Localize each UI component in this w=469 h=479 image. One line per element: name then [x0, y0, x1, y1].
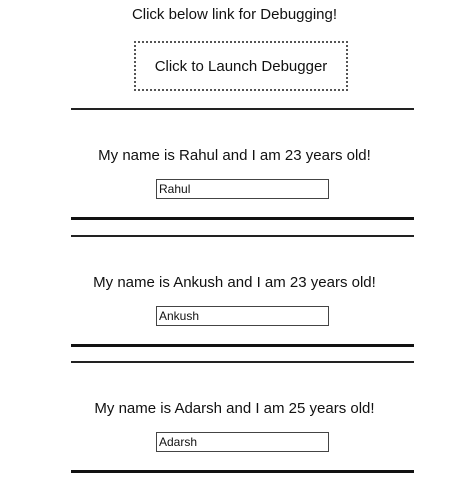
- name-input[interactable]: [156, 179, 329, 199]
- person-message: My name is Rahul and I am 23 years old!: [98, 147, 371, 164]
- person-message: My name is Adarsh and I am 25 years old!: [94, 400, 375, 417]
- person-message: My name is Ankush and I am 23 years old!: [93, 274, 376, 291]
- person-card-adarsh: My name is Adarsh and I am 25 years old!: [71, 361, 414, 473]
- name-input[interactable]: [156, 432, 329, 452]
- launch-debugger-label: Click to Launch Debugger: [154, 57, 328, 75]
- person-card-rahul: My name is Rahul and I am 23 years old!: [71, 108, 414, 220]
- launch-debugger-button[interactable]: Click to Launch Debugger: [134, 41, 348, 91]
- debug-instruction-text: Click below link for Debugging!: [131, 6, 338, 23]
- person-card-ankush: My name is Ankush and I am 23 years old!: [71, 235, 414, 347]
- name-input[interactable]: [156, 306, 329, 326]
